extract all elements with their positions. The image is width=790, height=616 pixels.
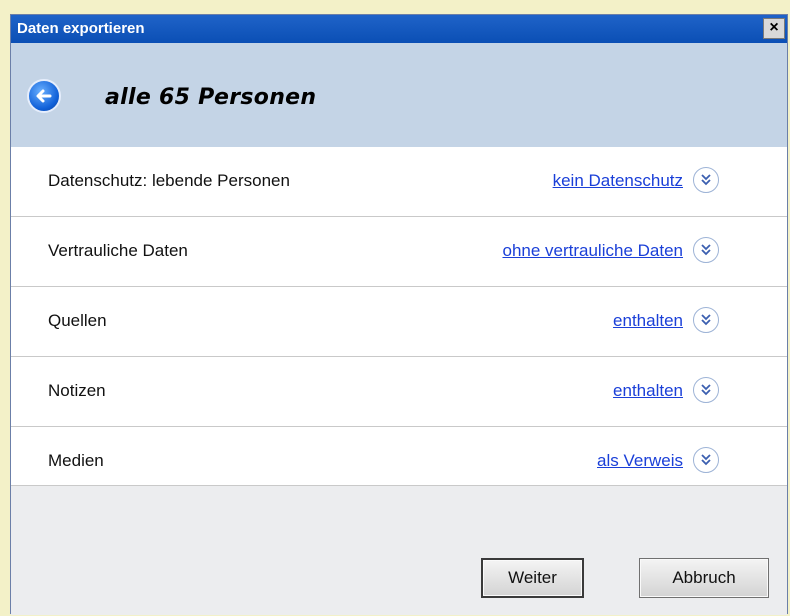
window-title: Daten exportieren bbox=[17, 20, 145, 37]
option-value-link[interactable]: enthalten bbox=[613, 311, 683, 331]
cancel-button[interactable]: Abbruch bbox=[639, 558, 769, 598]
close-button[interactable]: × bbox=[763, 18, 785, 39]
option-row-quellen: Quellen enthalten bbox=[11, 287, 787, 357]
option-row-notizen: Notizen enthalten bbox=[11, 357, 787, 427]
option-row-datenschutz: Datenschutz: lebende Personen kein Daten… bbox=[11, 147, 787, 217]
options-list: Datenschutz: lebende Personen kein Daten… bbox=[11, 147, 787, 497]
page-title: alle 65 Personen bbox=[105, 85, 317, 110]
option-label: Quellen bbox=[48, 311, 107, 330]
chevron-down-icon[interactable] bbox=[693, 447, 719, 473]
chevron-down-icon[interactable] bbox=[693, 167, 719, 193]
option-label: Notizen bbox=[48, 381, 106, 400]
export-dialog: Daten exportieren × alle 65 Personen Dat… bbox=[10, 14, 788, 615]
next-button[interactable]: Weiter bbox=[481, 558, 584, 598]
back-button[interactable] bbox=[27, 79, 61, 113]
option-row-vertrauliche-daten: Vertrauliche Daten ohne vertrauliche Dat… bbox=[11, 217, 787, 287]
option-label: Medien bbox=[48, 451, 104, 470]
option-label: Datenschutz: lebende Personen bbox=[48, 171, 290, 190]
dialog-header: alle 65 Personen bbox=[11, 43, 787, 147]
option-value-link[interactable]: kein Datenschutz bbox=[553, 171, 683, 191]
chevron-down-icon[interactable] bbox=[693, 237, 719, 263]
option-value-link[interactable]: enthalten bbox=[613, 381, 683, 401]
option-value-link[interactable]: ohne vertrauliche Daten bbox=[502, 241, 683, 261]
title-bar: Daten exportieren × bbox=[11, 15, 787, 43]
option-value-link[interactable]: als Verweis bbox=[597, 451, 683, 471]
chevron-down-icon[interactable] bbox=[693, 377, 719, 403]
chevron-down-icon[interactable] bbox=[693, 307, 719, 333]
option-label: Vertrauliche Daten bbox=[48, 241, 188, 260]
dialog-footer: Weiter Abbruch bbox=[11, 485, 787, 615]
